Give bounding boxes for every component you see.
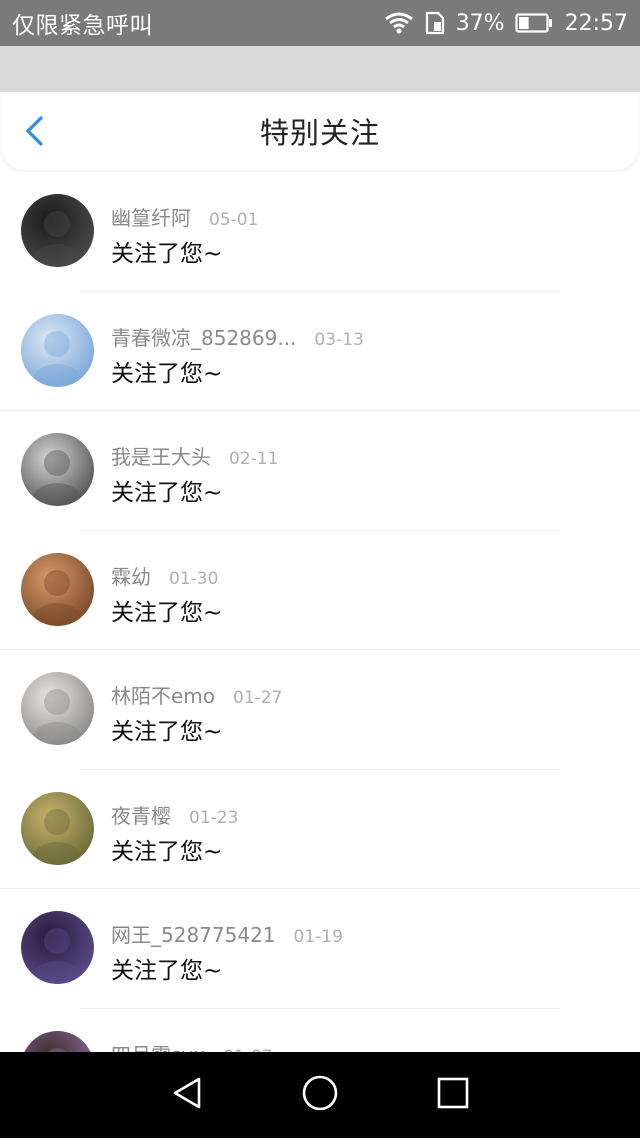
user-name[interactable]: 四月雪syx (111, 1039, 205, 1053)
back-button[interactable] (20, 115, 48, 151)
nav-back-button[interactable] (157, 1065, 217, 1125)
user-name[interactable]: 夜青樱 (111, 800, 171, 829)
user-name[interactable]: 幽篁纤阿 (111, 202, 191, 231)
name-row: 四月雪syx01-07 (111, 1039, 273, 1053)
follow-date: 03-13 (314, 329, 364, 350)
list-item[interactable]: 林陌不emo 01-27 关注了您~ (0, 650, 640, 770)
user-name[interactable]: 霖幼 (111, 561, 151, 590)
back-triangle-icon (170, 1075, 204, 1115)
avatar[interactable] (21, 313, 94, 387)
follow-message: 关注了您~ (111, 241, 223, 267)
battery-percent: 37% (455, 10, 505, 36)
follow-date: 01-19 (293, 927, 343, 947)
follow-date: 01-30 (169, 568, 219, 589)
avatar[interactable] (21, 194, 94, 267)
list-item[interactable]: 青春微凉_852869... 03-13 关注了您~ (0, 292, 640, 411)
nav-bar (0, 1052, 640, 1138)
clock: 22:57 (564, 10, 628, 36)
avatar[interactable] (21, 672, 94, 745)
follow-date: 01-27 (233, 688, 283, 708)
grey-strip (0, 46, 640, 92)
avatar[interactable] (21, 552, 94, 626)
follow-message: 关注了您~ (111, 360, 223, 387)
follow-message: 关注了您~ (111, 719, 223, 745)
list-item[interactable]: 夜青樱 01-23 关注了您~ (0, 770, 640, 889)
recents-square-icon (436, 1076, 470, 1114)
user-name[interactable]: 网王_528775421 (111, 919, 276, 948)
user-name[interactable]: 青春微凉_852869... (111, 322, 296, 351)
list-item[interactable]: 霖幼 01-30 关注了您~ (0, 531, 640, 650)
follow-message: 关注了您~ (111, 599, 223, 626)
user-name[interactable]: 林陌不emo (111, 680, 215, 709)
name-row: 林陌不emo 01-27 (111, 680, 282, 709)
name-row: 网王_528775421 01-19 (111, 919, 343, 948)
follow-message: 关注了您~ (111, 958, 223, 984)
wifi-icon (384, 12, 414, 34)
follow-list: 幽篁纤阿 05-01 关注了您~ 青春微凉_852869... 03-13 关注了您~ 我是… (0, 172, 640, 1052)
list-item[interactable]: 网王_528775421 01-19 关注了您~ (0, 889, 640, 1009)
name-row: 我是王大头 02-11 (111, 441, 278, 470)
nav-recents-button[interactable] (423, 1065, 483, 1125)
chevron-left-icon (23, 115, 45, 151)
name-row: 青春微凉_852869... 03-13 (111, 322, 364, 351)
avatar[interactable] (21, 433, 94, 506)
follow-date: 02-11 (229, 449, 279, 469)
status-icons: 37% 22:57 (384, 11, 628, 36)
follow-message: 关注了您~ (111, 838, 223, 865)
status-bar: 仅限紧急呼叫 37% 22:57 (0, 0, 640, 46)
nav-home-button[interactable] (290, 1065, 350, 1125)
avatar[interactable] (21, 911, 94, 984)
follow-date: 05-01 (209, 210, 259, 230)
sim-icon (424, 11, 446, 35)
name-row: 夜青樱 01-23 (111, 800, 238, 829)
home-circle-icon (301, 1074, 339, 1116)
battery-icon (514, 12, 553, 34)
follow-date: 01-23 (189, 807, 239, 828)
avatar[interactable] (21, 1030, 94, 1052)
follow-message: 关注了您~ (111, 480, 223, 506)
carrier-text: 仅限紧急呼叫 (12, 13, 153, 39)
user-name[interactable]: 我是王大头 (111, 441, 211, 470)
list-item[interactable]: 我是王大头 02-11 关注了您~ (0, 411, 640, 531)
avatar[interactable] (21, 791, 94, 865)
name-row: 霖幼 01-30 (111, 561, 218, 590)
page-title: 特别关注 (259, 116, 380, 150)
name-row: 幽篁纤阿 05-01 (111, 202, 258, 231)
header: 特别关注 (2, 92, 638, 170)
list-item[interactable]: 幽篁纤阿 05-01 关注了您~ (0, 172, 640, 292)
list-item[interactable]: 四月雪syx01-07 (0, 1009, 640, 1053)
